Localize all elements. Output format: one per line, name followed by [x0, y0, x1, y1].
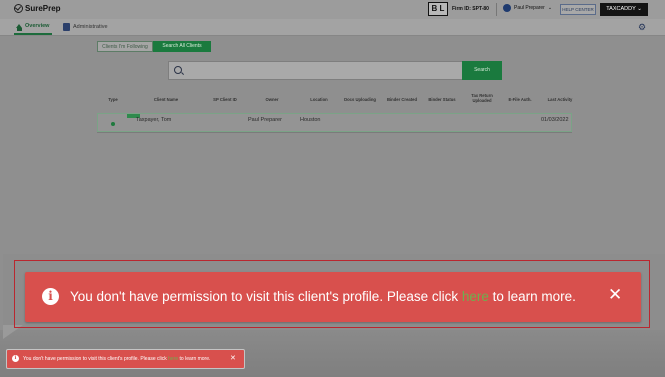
error-toast: i You don't have permission to visit thi… — [7, 350, 244, 368]
firm-id: Firm ID: SPT-80 — [452, 6, 489, 12]
id-card-icon — [63, 23, 70, 31]
column-header-client-name[interactable]: Client Name — [145, 97, 187, 102]
main-nav: Overview Administrative — [0, 19, 665, 36]
search-all-clients-button[interactable]: Search All Clients — [153, 41, 211, 52]
toast-message-start: You don't have permission to visit this … — [23, 356, 169, 362]
tab-overview[interactable]: Overview — [16, 23, 50, 31]
last-activity-cell: 01/03/2022 — [541, 117, 569, 123]
toast-message-start: You don't have permission to visit this … — [70, 289, 462, 304]
location-cell: Houston — [300, 117, 321, 123]
gear-icon[interactable]: ⚙ — [638, 22, 646, 32]
owner-cell: Paul Preparer — [248, 117, 282, 123]
tab-overview-label: Overview — [25, 23, 50, 29]
error-toast-zoomed: i You don't have permission to visit thi… — [25, 272, 641, 322]
info-icon: i — [42, 288, 59, 305]
column-header-binder-status[interactable]: Binder Status — [422, 97, 462, 102]
toast-message-end: to learn more. — [178, 356, 211, 362]
toast-message: You don't have permission to visit this … — [70, 288, 576, 306]
column-header-location[interactable]: Location — [304, 97, 334, 102]
learn-more-link[interactable]: here — [462, 289, 489, 304]
firm-badge: B L — [428, 2, 448, 16]
close-icon[interactable]: ✕ — [608, 285, 622, 305]
column-header-last-activity[interactable]: Last Activity — [540, 97, 580, 102]
tab-administrative[interactable]: Administrative — [63, 23, 108, 31]
column-header-type[interactable]: Type — [103, 97, 123, 102]
user-menu[interactable]: Paul Preparer ⌄ — [503, 4, 552, 12]
tab-administrative-label: Administrative — [73, 24, 108, 30]
client-search-input[interactable] — [185, 64, 459, 79]
chevron-down-icon: ⌄ — [547, 5, 553, 11]
search-button[interactable]: Search — [462, 61, 502, 80]
help-center-button[interactable]: HELP CENTER — [560, 4, 596, 15]
clients-following-button[interactable]: Clients I'm Following — [97, 41, 153, 52]
close-icon[interactable]: ✕ — [230, 354, 236, 363]
client-type-icon — [111, 122, 115, 126]
user-name: Paul Preparer — [514, 5, 545, 11]
taxcaddy-label: TAXCADDY — [606, 6, 636, 12]
column-header-docs-uploading[interactable]: Docs Uploading — [338, 97, 382, 102]
header-divider — [496, 3, 497, 16]
toast-message-small: You don't have permission to visit this … — [23, 355, 210, 363]
column-header-sp-client-id[interactable]: SP Client ID — [205, 97, 245, 102]
check-circle-icon — [14, 4, 23, 13]
client-scope-toggle: Clients I'm Following Search All Clients — [97, 41, 211, 52]
search-icon — [174, 66, 182, 74]
client-name-cell[interactable]: Taxpayer, Tom — [136, 117, 171, 123]
column-header-owner[interactable]: Owner — [258, 97, 286, 102]
info-icon: i — [12, 355, 19, 362]
row-divider — [97, 132, 572, 133]
learn-more-link[interactable]: here — [168, 356, 178, 362]
toast-message-end: to learn more. — [488, 289, 576, 304]
top-header: SurePrep B L Firm ID: SPT-80 Paul Prepar… — [0, 0, 665, 20]
column-header-tax-return-uploaded[interactable]: Tax Return Uploaded — [464, 93, 500, 103]
column-header-binder-created[interactable]: Binder Created — [382, 97, 422, 102]
sureprep-logo[interactable]: SurePrep — [14, 4, 61, 13]
client-search-box — [168, 61, 463, 80]
home-icon — [16, 24, 22, 31]
column-header-efile-auth[interactable]: E-File Auth. — [502, 97, 538, 102]
logo-text: SurePrep — [25, 4, 61, 13]
active-tab-indicator — [14, 33, 52, 35]
taxcaddy-menu-button[interactable]: TAXCADDY ⌄ — [600, 3, 648, 16]
user-avatar-icon — [503, 4, 511, 12]
chevron-down-icon: ⌄ — [637, 6, 642, 12]
